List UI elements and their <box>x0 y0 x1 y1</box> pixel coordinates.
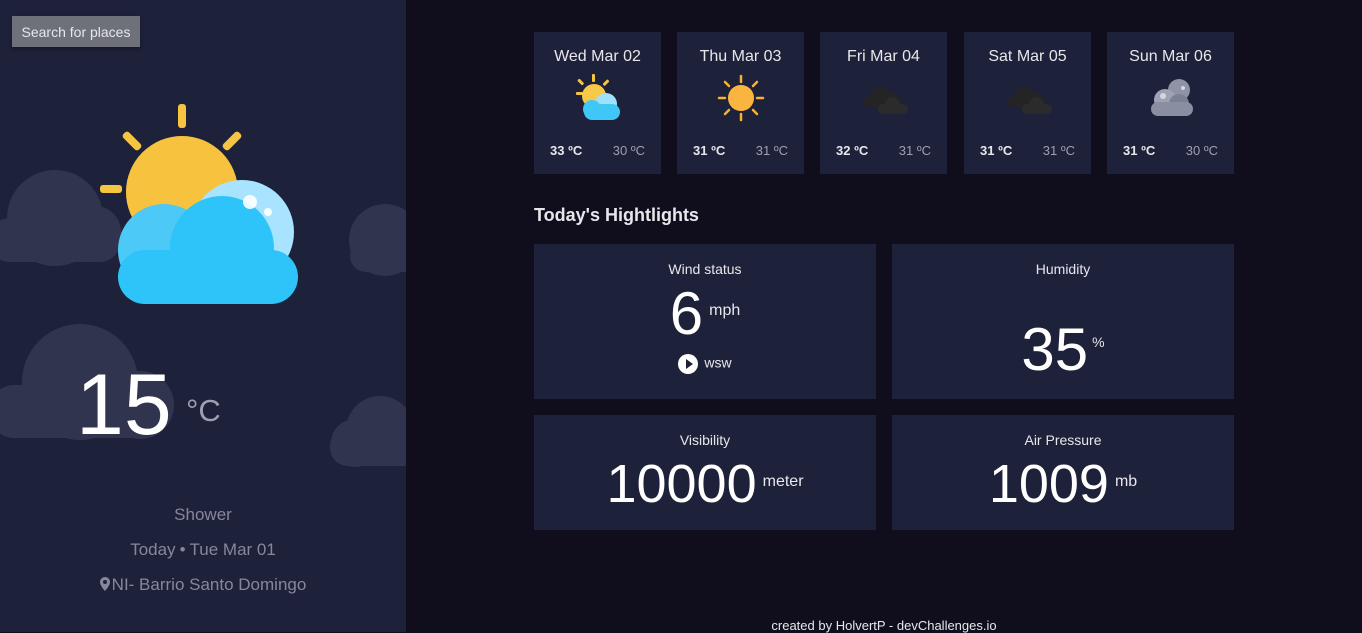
humidity-label: Humidity <box>1035 261 1091 277</box>
wind-direction-text: wsw <box>704 354 732 371</box>
air-pressure-card: Air Pressure 1009 mb <box>892 415 1234 530</box>
forecast-min-temp: 30 ºC <box>1185 143 1218 158</box>
forecast-list: Wed Mar 02 33 ºC 30 ºC Thu Mar 03 31 ºC … <box>534 32 1234 174</box>
wind-unit: mph <box>709 302 741 319</box>
forecast-max-temp: 31 ºC <box>980 143 1013 158</box>
dark-cloud-icon <box>1008 87 1052 114</box>
humidity-unit: % <box>1092 334 1105 350</box>
forecast-card: Wed Mar 02 33 ºC 30 ºC <box>534 32 661 174</box>
forecast-card: Sun Mar 06 31 ºC 30 ºC <box>1107 32 1234 174</box>
location: NI- Barrio Santo Domingo <box>0 575 406 595</box>
forecast-card: Sat Mar 05 31 ºC 31 ºC <box>964 32 1091 174</box>
humidity-number: 35 <box>1021 316 1089 383</box>
visibility-label: Visibility <box>679 432 731 448</box>
forecast-min-temp: 30 ºC <box>612 143 645 158</box>
date-value: Tue Mar 01 <box>189 540 276 559</box>
wind-speed: 6 <box>669 280 704 347</box>
current-date: Today • Tue Mar 01 <box>0 540 406 560</box>
search-for-places-button[interactable]: Search for places <box>12 16 140 47</box>
wind-direction: wsw <box>534 354 876 374</box>
dark-cloud-icon <box>864 87 908 114</box>
air-pressure-value: 1009 mb <box>892 457 1234 511</box>
weather-condition: Shower <box>174 505 232 524</box>
sidebar: Search for places 15 °C Shower Today • Tue… <box>0 0 406 632</box>
forecast-card: Thu Mar 03 31 ºC 31 ºC <box>677 32 804 174</box>
forecast-min-temp: 31 ºC <box>755 143 788 158</box>
forecast-min-temp: 31 ºC <box>1042 143 1075 158</box>
forecast-date: Sat Mar 05 <box>988 48 1067 65</box>
forecast-max-temp: 31 ºC <box>693 143 726 158</box>
wind-status-label: Wind status <box>668 261 742 277</box>
forecast-min-temp: 31 ºC <box>898 143 931 158</box>
visibility-unit: meter <box>762 473 804 490</box>
location-pin-icon <box>99 577 110 591</box>
storm-cloud-icon <box>1151 79 1193 116</box>
forecast-date: Fri Mar 04 <box>847 48 920 65</box>
forecast-max-temp: 32 ºC <box>836 143 869 158</box>
forecast-max-temp: 33 ºC <box>550 143 583 158</box>
air-pressure-label: Air Pressure <box>1024 432 1102 448</box>
sun-behind-cloud-icon <box>100 104 298 304</box>
visibility-number: 10000 <box>606 454 757 514</box>
wind-status-value: 6 mph <box>534 284 876 344</box>
wind-status-card: Wind status 6 mph wsw <box>534 244 876 399</box>
background-clouds-icon <box>0 170 406 467</box>
air-pressure-unit: mb <box>1114 473 1138 490</box>
date-separator: • <box>179 540 186 559</box>
date-prefix: Today <box>130 540 176 559</box>
forecast-card: Fri Mar 04 32 ºC 31 ºC <box>820 32 947 174</box>
forecast-max-temp: 31 ºC <box>1123 143 1156 158</box>
humidity-card: Humidity 35% <box>892 244 1234 399</box>
visibility-card: Visibility 10000 meter <box>534 415 876 530</box>
navigation-arrow-icon <box>678 354 699 374</box>
location-name: NI- Barrio Santo Domingo <box>111 575 307 594</box>
forecast-date: Sun Mar 06 <box>1129 48 1212 65</box>
forecast-date: Thu Mar 03 <box>699 48 782 65</box>
highlights-title: Today's Hightlights <box>534 205 699 225</box>
humidity-value: 35% <box>892 320 1234 380</box>
sun-behind-cloud-icon <box>576 74 620 120</box>
footer-credit: created by HolvertP - devChallenges.io <box>771 618 997 633</box>
visibility-value: 10000 meter <box>534 457 876 511</box>
forecast-date: Wed Mar 02 <box>554 48 641 65</box>
temperature-value: 15 <box>76 357 172 453</box>
temperature-unit: °C <box>186 393 221 428</box>
sun-icon <box>717 74 765 122</box>
air-pressure-number: 1009 <box>988 454 1109 514</box>
